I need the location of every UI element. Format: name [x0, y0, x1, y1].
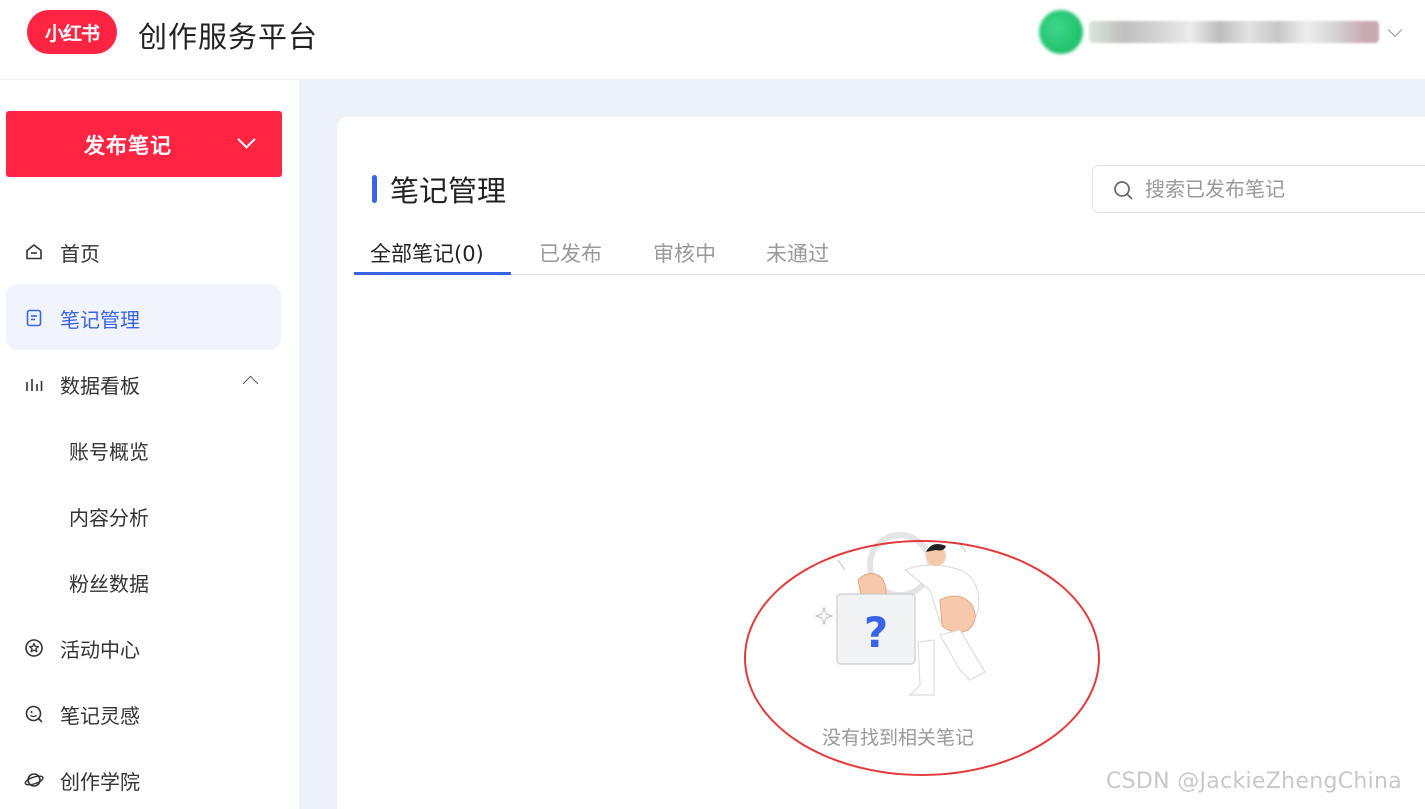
tab-published[interactable]: 已发布 [539, 238, 602, 268]
chevron-down-icon[interactable] [1387, 23, 1405, 41]
sidebar-item-note-management[interactable]: 笔记管理 [6, 284, 281, 350]
search-box[interactable] [1092, 165, 1425, 213]
platform-title: 创作服务平台 [138, 20, 319, 54]
annotation-ellipse [744, 540, 1100, 776]
home-icon [26, 244, 42, 260]
search-input[interactable] [1145, 174, 1415, 204]
sidebar-item-creator-academy[interactable]: 创作学院 [6, 746, 281, 809]
user-menu[interactable] [1039, 10, 1405, 54]
watermark: CSDN @JackieZhengChina [1106, 769, 1403, 794]
sidebar-item-activity-center[interactable]: 活动中心 [6, 614, 281, 680]
sidebar-item-data-board[interactable]: 数据看板 [6, 350, 281, 416]
planet-icon [24, 773, 44, 787]
bar-chart-icon [26, 379, 43, 391]
title-accent-bar [372, 175, 377, 203]
star-badge-icon [25, 639, 43, 657]
page-title: 笔记管理 [390, 174, 507, 208]
sidebar-item-label: 笔记灵感 [60, 704, 140, 728]
chevron-down-icon[interactable] [237, 134, 255, 152]
sidebar-item-home[interactable]: 首页 [6, 218, 281, 284]
active-tab-indicator [354, 272, 511, 275]
search-icon [1114, 181, 1133, 200]
sidebar-subitem-content-analysis[interactable]: 内容分析 [6, 482, 281, 548]
tab-under-review[interactable]: 审核中 [653, 238, 716, 268]
sidebar-item-note-inspiration[interactable]: 笔记灵感 [6, 680, 281, 746]
tab-all-notes[interactable]: 全部笔记(0) [370, 238, 484, 268]
sidebar-item-label: 内容分析 [69, 506, 149, 530]
sidebar-subitem-account-overview[interactable]: 账号概览 [6, 416, 281, 482]
avatar[interactable] [1039, 10, 1083, 54]
publish-note-label: 发布笔记 [84, 134, 172, 158]
sidebar-item-label: 账号概览 [69, 440, 149, 464]
sidebar-item-label: 活动中心 [60, 638, 140, 662]
sidebar: 发布笔记 首页 笔记管理 数据看板 账号概览 内容分析 粉丝数据 活动中心 笔记… [0, 80, 299, 809]
note-icon [26, 309, 42, 327]
tab-rejected[interactable]: 未通过 [766, 238, 829, 268]
chevron-up-icon[interactable] [241, 372, 259, 390]
sidebar-item-label: 创作学院 [60, 770, 140, 794]
publish-note-button[interactable]: 发布笔记 [6, 111, 282, 177]
top-header: 小红书 创作服务平台 [0, 0, 1425, 80]
sidebar-item-label: 笔记管理 [60, 308, 140, 332]
xiaohongshu-logo[interactable]: 小红书 [27, 10, 117, 54]
sidebar-item-label: 粉丝数据 [69, 572, 149, 596]
inspiration-icon [25, 705, 43, 723]
sidebar-subitem-fan-data[interactable]: 粉丝数据 [6, 548, 281, 614]
sidebar-item-label: 数据看板 [60, 374, 140, 398]
sidebar-item-label: 首页 [60, 242, 100, 266]
username-redacted [1089, 21, 1379, 43]
tabs-divider [354, 274, 1425, 275]
